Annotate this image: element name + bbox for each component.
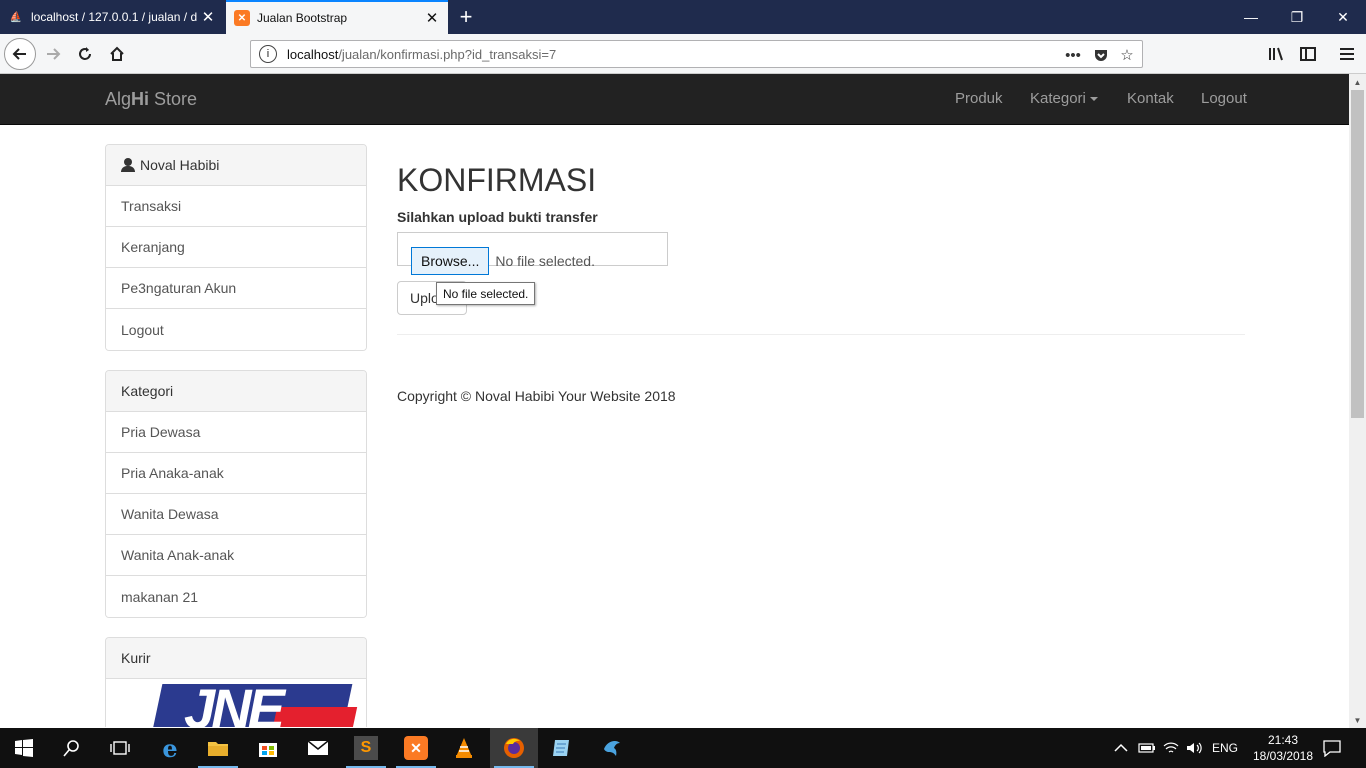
bookmark-star-icon[interactable]: ☆ bbox=[1115, 41, 1139, 69]
tray-chevron-icon[interactable] bbox=[1114, 728, 1128, 768]
kurir-panel: Kurir JNE bbox=[105, 637, 367, 727]
brand-suffix: Store bbox=[149, 89, 198, 109]
new-tab-button[interactable]: + bbox=[452, 0, 480, 34]
phpmyadmin-icon: ⛵ bbox=[9, 11, 23, 23]
clock-time: 21:43 bbox=[1267, 733, 1299, 747]
mysql-workbench-icon[interactable] bbox=[588, 728, 636, 768]
store-icon[interactable] bbox=[244, 728, 292, 768]
info-icon[interactable]: i bbox=[259, 45, 277, 63]
scroll-down-icon[interactable]: ▼ bbox=[1349, 712, 1366, 728]
file-input[interactable]: Browse... No file selected. bbox=[397, 232, 668, 275]
jne-logo-red bbox=[270, 707, 358, 727]
kategori-item-pria-dewasa[interactable]: Pria Dewasa bbox=[106, 412, 366, 453]
windows-start-icon[interactable] bbox=[0, 728, 48, 768]
menu-icon[interactable] bbox=[1332, 39, 1362, 69]
search-icon[interactable] bbox=[48, 728, 96, 768]
url-path: /jualan/konfirmasi.php?id_transaksi=7 bbox=[338, 46, 557, 62]
page-scrollbar[interactable]: ▲ ▼ bbox=[1349, 74, 1366, 728]
notepad-icon[interactable] bbox=[538, 728, 586, 768]
reload-icon[interactable] bbox=[70, 39, 100, 69]
jne-logo: JNE bbox=[106, 679, 366, 727]
notification-icon[interactable] bbox=[1322, 728, 1342, 768]
browser-titlebar: ⛵ localhost / 127.0.0.1 / jualan / d ✕ ✕… bbox=[0, 0, 1366, 34]
kurir-header: Kurir bbox=[106, 638, 366, 679]
close-icon[interactable]: ✕ bbox=[200, 8, 216, 26]
user-header: Noval Habibi bbox=[106, 145, 366, 186]
nav-kontak[interactable]: Kontak bbox=[1127, 90, 1174, 107]
nav-kategori-label: Kategori bbox=[1030, 90, 1086, 107]
forward-arrow-icon[interactable] bbox=[38, 39, 68, 69]
site-navbar: AlgHi Store Produk Kategori Kontak Logou… bbox=[0, 74, 1349, 125]
url-host: localhost bbox=[287, 46, 339, 62]
battery-icon[interactable] bbox=[1138, 728, 1156, 768]
windows-taskbar: e S ✕ ENG 21:43 18/03/2018 bbox=[0, 728, 1366, 768]
page-actions-icon[interactable]: ••• bbox=[1061, 41, 1085, 69]
system-clock[interactable]: 21:43 18/03/2018 bbox=[1248, 732, 1318, 764]
sidebar-item-transaksi[interactable]: Transaksi bbox=[106, 186, 366, 227]
edge-icon[interactable]: e bbox=[146, 728, 194, 768]
pocket-icon[interactable] bbox=[1089, 41, 1113, 69]
user-icon bbox=[121, 158, 135, 172]
brand-logo[interactable]: AlgHi Store bbox=[105, 89, 197, 110]
user-menu: Noval Habibi Transaksi Keranjang Pe3ngat… bbox=[105, 144, 367, 351]
divider bbox=[397, 334, 1245, 335]
mail-icon[interactable] bbox=[294, 728, 342, 768]
library-icon[interactable] bbox=[1262, 39, 1292, 69]
tab-jualan-bootstrap[interactable]: ✕ Jualan Bootstrap ✕ bbox=[226, 0, 448, 34]
kategori-item-makanan[interactable]: makanan 21 bbox=[106, 576, 366, 617]
scrollbar-thumb[interactable] bbox=[1351, 90, 1364, 418]
browser-toolbar: i localhost/jualan/konfirmasi.php?id_tra… bbox=[0, 34, 1366, 74]
tooltip: No file selected. bbox=[436, 282, 536, 305]
restore-icon[interactable]: ❐ bbox=[1274, 0, 1320, 34]
wifi-icon[interactable] bbox=[1162, 728, 1180, 768]
vlc-icon[interactable] bbox=[440, 728, 488, 768]
sidebar-icon[interactable] bbox=[1293, 39, 1323, 69]
nav-kategori[interactable]: Kategori bbox=[1030, 90, 1098, 107]
clock-date: 18/03/2018 bbox=[1252, 749, 1314, 763]
main-content: KONFIRMASI Silahkan upload bukti transfe… bbox=[397, 162, 668, 315]
tab-title: localhost / 127.0.0.1 / jualan / d bbox=[31, 10, 198, 24]
kategori-item-wanita-dewasa[interactable]: Wanita Dewasa bbox=[106, 494, 366, 535]
home-icon[interactable] bbox=[102, 39, 132, 69]
browse-button[interactable]: Browse... bbox=[411, 247, 490, 275]
caret-down-icon bbox=[1089, 97, 1098, 102]
volume-icon[interactable] bbox=[1186, 728, 1204, 768]
scroll-up-icon[interactable]: ▲ bbox=[1349, 74, 1366, 90]
page-viewport: AlgHi Store Produk Kategori Kontak Logou… bbox=[0, 74, 1349, 728]
xampp-icon: ✕ bbox=[234, 10, 250, 26]
kategori-item-pria-anak[interactable]: Pria Anaka-anak bbox=[106, 453, 366, 494]
kategori-header: Kategori bbox=[106, 371, 366, 412]
footer-copyright: Copyright © Noval Habibi Your Website 20… bbox=[397, 388, 676, 404]
back-arrow-icon[interactable] bbox=[4, 38, 36, 70]
file-explorer-icon[interactable] bbox=[194, 728, 242, 768]
page-title: KONFIRMASI bbox=[397, 162, 597, 198]
kategori-item-wanita-anak[interactable]: Wanita Anak-anak bbox=[106, 535, 366, 576]
sidebar-item-logout[interactable]: Logout bbox=[106, 309, 366, 350]
address-bar[interactable]: i localhost/jualan/konfirmasi.php?id_tra… bbox=[250, 40, 1143, 68]
user-name: Noval Habibi bbox=[140, 157, 220, 173]
nav-produk[interactable]: Produk bbox=[955, 90, 1003, 107]
close-icon[interactable]: ✕ bbox=[424, 9, 440, 27]
brand-prefix: Alg bbox=[105, 89, 132, 109]
sidebar-item-pengaturan-akun[interactable]: Pe3ngaturan Akun bbox=[106, 268, 366, 309]
sublime-text-icon[interactable]: S bbox=[342, 728, 390, 768]
kategori-menu: Kategori Pria Dewasa Pria Anaka-anak Wan… bbox=[105, 370, 367, 618]
jne-logo-text: JNE bbox=[184, 679, 285, 728]
sidebar-item-keranjang[interactable]: Keranjang bbox=[106, 227, 366, 268]
file-status: No file selected. bbox=[495, 253, 595, 269]
xampp-taskbar-icon[interactable]: ✕ bbox=[392, 728, 440, 768]
brand-bold: Hi bbox=[131, 89, 150, 109]
minimize-icon[interactable]: — bbox=[1228, 0, 1274, 34]
upload-label: Silahkan upload bukti transfer bbox=[397, 209, 598, 225]
nav-logout[interactable]: Logout bbox=[1201, 90, 1247, 107]
task-view-icon[interactable] bbox=[96, 728, 144, 768]
close-window-icon[interactable]: ✕ bbox=[1320, 0, 1366, 34]
tab-phpmyadmin[interactable]: ⛵ localhost / 127.0.0.1 / jualan / d ✕ bbox=[0, 0, 224, 34]
tab-title: Jualan Bootstrap bbox=[257, 11, 348, 25]
language-indicator[interactable]: ENG bbox=[1212, 728, 1238, 768]
firefox-icon[interactable] bbox=[490, 728, 538, 768]
